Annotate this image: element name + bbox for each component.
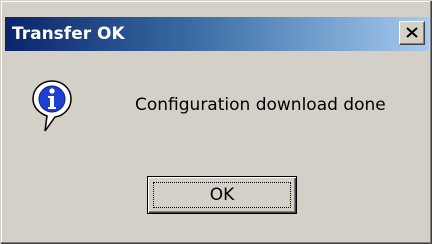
close-icon [406,27,418,38]
message-dialog: Transfer OK Configuration download done … [0,0,432,244]
window-title: Transfer OK [12,24,125,44]
ok-button[interactable]: OK [147,176,297,214]
dialog-message: Configuration download done [135,95,386,115]
title-bar[interactable]: Transfer OK [5,17,429,51]
info-icon [31,79,73,133]
ok-button-label: OK [209,185,235,205]
close-button[interactable] [399,21,425,45]
